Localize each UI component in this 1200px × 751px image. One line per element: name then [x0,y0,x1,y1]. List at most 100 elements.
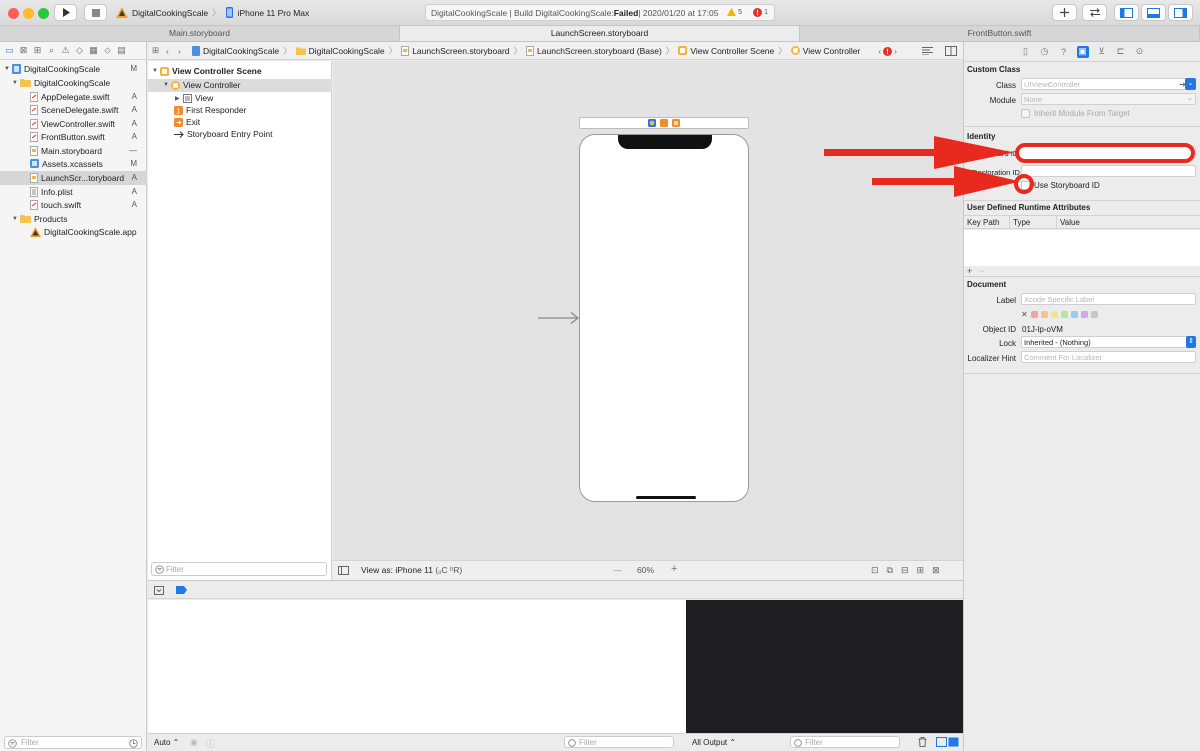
search-icon[interactable]: ⌕ [45,44,58,57]
disclosure-triangle-icon[interactable]: ▼ [4,66,10,72]
document-label-field[interactable]: Xcode Specific Label [1021,293,1196,305]
breakpoint-icon[interactable] [176,586,187,594]
lock-popup[interactable]: Inherited - (Nothing) ⇕ [1021,336,1196,348]
breadcrumb-item[interactable]: LaunchScreen.storyboard [401,45,510,56]
navigator-item[interactable]: Info.plist A [0,185,147,199]
navigator-item[interactable]: FrontButton.swift A [0,130,147,144]
source-control-icon[interactable]: ⊠ [17,44,30,57]
debug-icon[interactable]: ▦ [87,44,100,57]
tab-frontbutton-swift[interactable]: FrontButton.swift [800,26,1200,41]
issue-navigation[interactable]: ‹ › [878,46,897,56]
outline-filter-field[interactable]: Filter [151,562,327,576]
quick-help-icon[interactable]: ? [1058,46,1070,58]
variables-view[interactable] [148,600,686,733]
color-swatch[interactable] [1050,311,1058,318]
embed-in-icon[interactable]: ⧉ [887,565,893,576]
navigator-item[interactable]: DigitalCookingScale.app [0,225,147,239]
color-swatch[interactable] [1080,311,1088,318]
exit-icon[interactable] [672,119,680,127]
toggle-inspector-button[interactable] [1168,4,1193,21]
toggle-debug-area-button[interactable] [1141,4,1166,21]
color-swatch[interactable] [1060,311,1068,318]
navigator-filter-field[interactable]: Filter [4,736,142,749]
attributes-inspector-icon[interactable]: ⊻ [1096,46,1108,58]
folder-icon[interactable]: ▭ [3,44,16,57]
navigator-item[interactable]: LaunchScr...toryboard A [0,171,147,185]
chevron-down-icon[interactable]: ⌄ [1185,78,1196,90]
update-frames-icon[interactable]: ⊡ [871,565,879,576]
test-icon[interactable]: ◇ [73,44,86,57]
breadcrumb-item[interactable]: View Controller Scene [678,46,774,56]
toggle-navigator-button[interactable] [1114,4,1139,21]
minimize-window-button[interactable] [23,8,34,19]
identity-inspector-icon[interactable]: ▣ [1076,45,1089,58]
trash-icon[interactable] [918,737,927,747]
size-inspector-icon[interactable]: ⊏ [1115,46,1127,58]
navigator-item[interactable]: Assets.xcassets M [0,157,147,171]
split-editor-icon[interactable] [945,46,957,56]
outline-item-storyboard-entry-point[interactable]: Storyboard Entry Point [148,128,332,141]
disclosure-triangle-icon[interactable]: ▼ [152,68,158,74]
toggle-outline-icon[interactable] [338,566,349,575]
outline-scene-row[interactable]: ▼ View Controller Scene [148,65,332,78]
previous-issue-icon[interactable]: ‹ [878,46,881,56]
view-controller-icon[interactable] [648,119,656,127]
breadcrumb-item[interactable]: View Controller [790,46,860,56]
breakpoint-icon[interactable]: ⬦ [101,44,114,57]
color-swatch[interactable] [1040,311,1048,318]
outline-item-view-controller[interactable]: ▼ View Controller [148,79,332,92]
outline-item-first-responder[interactable]: 1 First Responder [148,104,332,117]
related-items-icon[interactable]: ⊞ [152,45,166,56]
color-swatch[interactable] [1070,311,1078,318]
errors-indicator[interactable]: 1 [753,8,768,17]
activity-view[interactable]: DigitalCookingScale | Build DigitalCooki… [425,4,775,21]
run-button[interactable] [54,4,77,21]
color-swatch[interactable] [1030,311,1038,318]
entry-point-arrow-icon[interactable] [538,311,580,325]
history-inspector-icon[interactable]: ◷ [1039,46,1051,58]
outline-item-exit[interactable]: Exit [148,116,332,129]
breadcrumb-item[interactable]: DigitalCookingScale [192,45,279,56]
add-constraints-icon[interactable]: ⊞ [917,565,925,576]
navigator-item[interactable]: touch.swift A [0,198,147,212]
forward-arrow-icon[interactable]: › [178,46,192,56]
inherit-module-checkbox[interactable] [1021,109,1030,118]
editor-options-icon[interactable] [922,47,933,55]
clear-color-icon[interactable]: ✕ [1021,310,1028,319]
navigator-item[interactable]: ▼ DigitalCookingScale M [0,62,147,76]
zoom-in-button[interactable]: + [671,563,677,575]
add-attribute-button[interactable]: + [967,266,972,276]
symbol-icon[interactable]: ⊞ [31,44,44,57]
navigator-item[interactable]: ViewController.swift A [0,117,147,131]
hide-debug-area-icon[interactable] [154,586,164,595]
align-icon[interactable]: ⊟ [901,565,909,576]
navigator-item[interactable]: ▼ Products [0,212,147,226]
variables-scope-selector[interactable]: Auto ⌃ [154,738,179,747]
view-as-selector[interactable]: View as: iPhone 11 (ᵤC ʰR) [361,565,462,575]
scheme-selector[interactable]: DigitalCookingScale 〉 iPhone 11 Pro Max [116,4,309,21]
resolve-issues-icon[interactable]: ⊠ [932,565,940,576]
info-icon[interactable]: ⓘ [206,737,215,750]
class-field[interactable]: UIViewController ➔ ⌄ [1021,78,1196,90]
zoom-window-button[interactable] [38,8,49,19]
split-console-icon[interactable] [936,737,960,747]
tab-main-storyboard[interactable]: Main.storyboard [0,26,400,41]
report-icon[interactable]: ▤ [115,44,128,57]
zoom-out-button[interactable]: — [613,565,622,575]
disclosure-triangle-icon[interactable]: ▼ [12,216,18,222]
scene-dock[interactable] [579,117,749,129]
variables-filter-field[interactable]: Filter [564,736,674,748]
disclosure-triangle-icon[interactable]: ▼ [12,80,18,86]
breadcrumb-item[interactable]: LaunchScreen.storyboard (Base) [526,45,662,56]
close-window-button[interactable] [8,8,19,19]
eye-icon[interactable]: ◉ [190,737,198,748]
console-output-selector[interactable]: All Output ⌃ [692,738,736,747]
back-arrow-icon[interactable]: ‹ [166,46,178,56]
outline-item-view[interactable]: ▶ View [148,92,332,105]
value-column[interactable]: Value [1060,218,1080,227]
breadcrumb-item[interactable]: DigitalCookingScale [295,46,385,56]
restoration-id-field[interactable] [1021,165,1196,177]
device-frame[interactable] [579,134,749,502]
navigator-item[interactable]: AppDelegate.swift A [0,90,147,104]
key-path-column[interactable]: Key Path [967,218,999,227]
